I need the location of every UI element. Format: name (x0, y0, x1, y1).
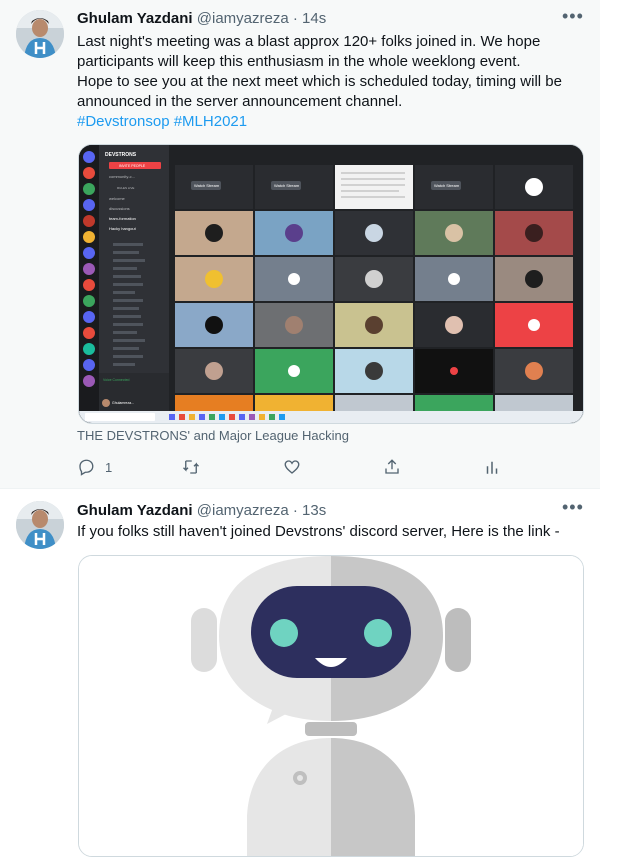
voice-status: Voice Connected (103, 378, 130, 382)
invite-button[interactable]: INVITE PEOPLE (119, 164, 146, 168)
author-handle[interactable]: @iamyazreza (197, 502, 289, 519)
share-icon (385, 459, 399, 474)
tweet-text: If you folks still haven't joined Devstr… (77, 523, 560, 540)
like-icon (284, 460, 300, 474)
watch-stream-label[interactable]: Watch Stream (434, 183, 460, 188)
author-name[interactable]: Ghulam Yazdani (77, 502, 193, 519)
avatar[interactable] (16, 501, 64, 549)
tweet-header: Ghulam Yazdani @iamyazreza · 13s (77, 502, 326, 522)
tweet-text-line: Last night's meeting was a blast approx … (77, 33, 541, 50)
hashtags-link[interactable]: #Devstronsop #MLH2021 (77, 112, 587, 132)
tweet-header: Ghulam Yazdani @iamyazreza · 14s (77, 10, 326, 30)
separator-dot: · (292, 10, 298, 27)
discord-bot-logo-image (79, 556, 583, 856)
tweet-1[interactable]: Ghulam Yazdani @iamyazreza · 14s ••• Las… (0, 0, 600, 488)
more-icon[interactable]: ••• (562, 498, 583, 521)
timestamp[interactable]: 14s (302, 10, 326, 27)
channel-item[interactable]: welcome (109, 196, 126, 201)
reply-button[interactable]: 1 (77, 456, 112, 478)
watch-stream-label[interactable]: Watch Stream (194, 183, 220, 188)
avatar[interactable] (16, 10, 64, 58)
reply-icon (79, 459, 94, 476)
timestamp[interactable]: 13s (302, 502, 326, 519)
retweet-icon (183, 460, 199, 474)
discord-screenshot-media[interactable]: DEVSTRONS INVITE PEOPLE community-c... R… (78, 144, 584, 424)
channel-item[interactable]: community-c... (109, 174, 135, 179)
tweet-text-line: participants will keep this enthusiasm i… (77, 53, 521, 70)
author-handle[interactable]: @iamyazreza (197, 10, 289, 27)
channel-item[interactable]: team-formation (109, 216, 136, 221)
retweet-button[interactable] (182, 456, 200, 478)
separator-dot: · (292, 502, 298, 519)
share-button[interactable] (383, 456, 401, 478)
channel-item[interactable]: Hacky hangout (109, 226, 137, 231)
tagged-users-link[interactable]: THE DEVSTRONS' and Major League Hacking (77, 428, 349, 443)
analytics-icon (486, 461, 498, 474)
more-icon[interactable]: ••• (562, 7, 583, 30)
channel-category[interactable]: RULES LIVE (117, 186, 134, 190)
watch-stream-label[interactable]: Watch Stream (274, 183, 300, 188)
channel-item[interactable]: discussions (109, 206, 130, 211)
tweet-2[interactable]: Ghulam Yazdani @iamyazreza · 13s ••• If … (0, 489, 600, 857)
user-label: Ghulamreza... (112, 401, 134, 405)
tweet-text: Last night's meeting was a blast approx … (77, 32, 587, 132)
reply-count: 1 (105, 459, 113, 475)
tweet-text-line: announced in the server announcement cha… (77, 93, 403, 110)
analytics-button[interactable] (483, 456, 501, 478)
tweet-actions-bar: 1 (77, 456, 507, 478)
author-name[interactable]: Ghulam Yazdani (77, 10, 193, 27)
server-name: DEVSTRONS (105, 152, 137, 158)
tweet-text-line: Hope to see you at the next meet which i… (77, 73, 562, 90)
link-preview-card[interactable] (78, 555, 584, 857)
like-button[interactable] (283, 456, 301, 478)
discord-screenshot-image: DEVSTRONS INVITE PEOPLE community-c... R… (79, 145, 583, 423)
